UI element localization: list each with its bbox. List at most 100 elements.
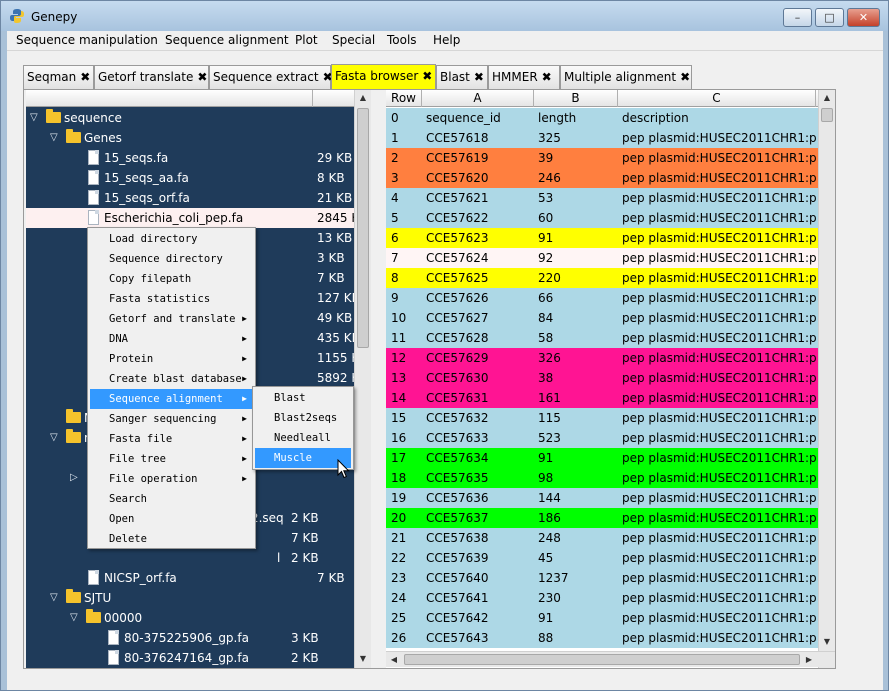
table-cell-b[interactable]: 66 xyxy=(538,291,616,305)
table-cell-b[interactable]: 88 xyxy=(538,631,616,645)
tree-file-item[interactable]: Escherichia_coli_pep.fa 2845 KB xyxy=(26,208,371,228)
table-cell-c[interactable]: description xyxy=(622,111,816,125)
table-cell-row[interactable]: 1 xyxy=(391,131,421,145)
menu-sequence-manipulation[interactable]: Sequence manipulation xyxy=(16,33,158,47)
table-cell-b[interactable]: 248 xyxy=(538,531,616,545)
table-cell-row[interactable]: 25 xyxy=(391,611,421,625)
table-row[interactable]: 17 CCE57634 91 pep plasmid:HUSEC2011CHR1:pl xyxy=(386,448,832,468)
submenu-item-blast[interactable]: Blast xyxy=(255,388,351,408)
table-cell-row[interactable]: 13 xyxy=(391,371,421,385)
context-menu-item-search[interactable]: Search xyxy=(90,489,253,509)
table-horizontal-scrollbar[interactable]: ◀ ▶ xyxy=(386,651,835,667)
tab-fasta-browser[interactable]: Fasta browser ✖ xyxy=(331,64,436,89)
tab-sequence-extract[interactable]: Sequence extract ✖ xyxy=(209,65,333,89)
table-row[interactable]: 8 CCE57625 220 pep plasmid:HUSEC2011CHR1:pl xyxy=(386,268,832,288)
context-menu-item-sanger-sequencing[interactable]: Sanger sequencing ▶ xyxy=(90,409,253,429)
table-cell-c[interactable]: pep plasmid:HUSEC2011CHR1:pl xyxy=(622,451,816,465)
table-cell-b[interactable]: 39 xyxy=(538,151,616,165)
sequence-table[interactable]: Row A B C 0 sequence_id length description 1… xyxy=(386,90,835,668)
table-row[interactable]: 24 CCE57641 230 pep plasmid:HUSEC2011CHR1:p… xyxy=(386,588,832,608)
table-cell-c[interactable]: pep plasmid:HUSEC2011CHR1:pl xyxy=(622,311,816,325)
table-cell-c[interactable]: pep plasmid:HUSEC2011CHR1:pl xyxy=(622,171,816,185)
table-cell-b[interactable]: 1237 xyxy=(538,571,616,585)
table-row[interactable]: 23 CCE57640 1237 pep plasmid:HUSEC2011CHR1:… xyxy=(386,568,832,588)
context-menu-item-fasta-statistics[interactable]: Fasta statistics xyxy=(90,289,253,309)
table-cell-b[interactable]: 98 xyxy=(538,471,616,485)
tab-close-icon[interactable]: ✖ xyxy=(80,70,90,84)
table-cell-row[interactable]: 9 xyxy=(391,291,421,305)
table-cell-b[interactable]: 115 xyxy=(538,411,616,425)
context-menu-item-getorf-and-translate[interactable]: Getorf and translate ▶ xyxy=(90,309,253,329)
table-cell-row[interactable]: 23 xyxy=(391,571,421,585)
table-cell-a[interactable]: CCE57637 xyxy=(426,511,532,525)
table-cell-row[interactable]: 20 xyxy=(391,511,421,525)
table-cell-row[interactable]: 4 xyxy=(391,191,421,205)
minimize-button[interactable]: – xyxy=(783,8,812,27)
table-row[interactable]: 10 CCE57627 84 pep plasmid:HUSEC2011CHR1:pl xyxy=(386,308,832,328)
table-cell-a[interactable]: CCE57635 xyxy=(426,471,532,485)
table-row[interactable]: 0 sequence_id length description xyxy=(386,108,832,128)
table-cell-a[interactable]: CCE57627 xyxy=(426,311,532,325)
menu-sequence-alignment[interactable]: Sequence alignment xyxy=(165,33,289,47)
table-cell-c[interactable]: pep plasmid:HUSEC2011CHR1:pl xyxy=(622,631,816,645)
tree-item[interactable]: ▽ sequence xyxy=(26,108,371,128)
table-cell-row[interactable]: 11 xyxy=(391,331,421,345)
table-cell-row[interactable]: 17 xyxy=(391,451,421,465)
tree-item[interactable]: ▽ 00000 xyxy=(26,608,371,628)
tree-item[interactable]: ▽ Genes xyxy=(26,128,371,148)
table-scroll-thumb[interactable] xyxy=(821,108,833,122)
table-cell-b[interactable]: 38 xyxy=(538,371,616,385)
column-header-row[interactable]: Row xyxy=(386,90,422,107)
table-cell-b[interactable]: 144 xyxy=(538,491,616,505)
column-header-b[interactable]: B xyxy=(534,90,618,107)
table-cell-b[interactable]: length xyxy=(538,111,616,125)
tab-close-icon[interactable]: ✖ xyxy=(680,70,690,84)
table-cell-c[interactable]: pep plasmid:HUSEC2011CHR1:pl xyxy=(622,331,816,345)
table-cell-b[interactable]: 53 xyxy=(538,191,616,205)
table-cell-a[interactable]: CCE57630 xyxy=(426,371,532,385)
table-cell-c[interactable]: pep plasmid:HUSEC2011CHR1:pl xyxy=(622,591,816,605)
menu-tools[interactable]: Tools xyxy=(387,33,417,47)
scroll-right-icon[interactable]: ▶ xyxy=(801,652,817,668)
table-cell-row[interactable]: 12 xyxy=(391,351,421,365)
tree-file-item[interactable]: 80-375225906_gp.fa 3 KB xyxy=(26,628,371,648)
table-cell-c[interactable]: pep plasmid:HUSEC2011CHR1:pl xyxy=(622,231,816,245)
expand-arrow-icon[interactable]: ▽ xyxy=(70,612,82,624)
context-menu-item-delete[interactable]: Delete xyxy=(90,529,253,549)
table-row[interactable]: 5 CCE57622 60 pep plasmid:HUSEC2011CHR1:pl xyxy=(386,208,832,228)
table-row[interactable]: 4 CCE57621 53 pep plasmid:HUSEC2011CHR1:pl xyxy=(386,188,832,208)
table-cell-a[interactable]: CCE57632 xyxy=(426,411,532,425)
table-row[interactable]: 25 CCE57642 91 pep plasmid:HUSEC2011CHR1:pl xyxy=(386,608,832,628)
table-cell-c[interactable]: pep plasmid:HUSEC2011CHR1:pl xyxy=(622,571,816,585)
table-cell-b[interactable]: 84 xyxy=(538,311,616,325)
table-cell-a[interactable]: CCE57634 xyxy=(426,451,532,465)
table-cell-a[interactable]: CCE57641 xyxy=(426,591,532,605)
table-cell-c[interactable]: pep plasmid:HUSEC2011CHR1:pl xyxy=(622,251,816,265)
table-row[interactable]: 18 CCE57635 98 pep plasmid:HUSEC2011CHR1:pl xyxy=(386,468,832,488)
table-row[interactable]: 16 CCE57633 523 pep plasmid:HUSEC2011CHR1:p… xyxy=(386,428,832,448)
table-cell-a[interactable]: CCE57620 xyxy=(426,171,532,185)
expand-arrow-icon[interactable]: ▽ xyxy=(30,112,42,124)
table-cell-b[interactable]: 326 xyxy=(538,351,616,365)
table-cell-a[interactable]: CCE57622 xyxy=(426,211,532,225)
table-row[interactable]: 7 CCE57624 92 pep plasmid:HUSEC2011CHR1:pl xyxy=(386,248,832,268)
table-cell-a[interactable]: CCE57643 xyxy=(426,631,532,645)
table-cell-a[interactable]: CCE57636 xyxy=(426,491,532,505)
tab-close-icon[interactable]: ✖ xyxy=(197,70,207,84)
collapse-arrow-icon[interactable]: ▷ xyxy=(70,472,82,484)
table-cell-row[interactable]: 16 xyxy=(391,431,421,445)
table-row[interactable]: 21 CCE57638 248 pep plasmid:HUSEC2011CHR1:p… xyxy=(386,528,832,548)
table-cell-a[interactable]: CCE57642 xyxy=(426,611,532,625)
table-cell-c[interactable]: pep plasmid:HUSEC2011CHR1:pl xyxy=(622,371,816,385)
tab-getorf-translate[interactable]: Getorf translate ✖ xyxy=(94,65,209,89)
tab-multiple-alignment[interactable]: Multiple alignment ✖ xyxy=(560,65,692,89)
tree-item[interactable]: ▽ SJTU xyxy=(26,588,371,608)
tab-seqman[interactable]: Seqman ✖ xyxy=(23,65,94,89)
title-bar[interactable]: Genepy – □ ✕ xyxy=(1,1,888,31)
tab-hmmer[interactable]: HMMER ✖ xyxy=(488,65,560,89)
menu-help[interactable]: Help xyxy=(433,33,460,47)
scroll-left-icon[interactable]: ◀ xyxy=(386,652,402,668)
context-menu-item-copy-filepath[interactable]: Copy filepath xyxy=(90,269,253,289)
table-cell-row[interactable]: 24 xyxy=(391,591,421,605)
expand-arrow-icon[interactable]: ▽ xyxy=(50,592,62,604)
